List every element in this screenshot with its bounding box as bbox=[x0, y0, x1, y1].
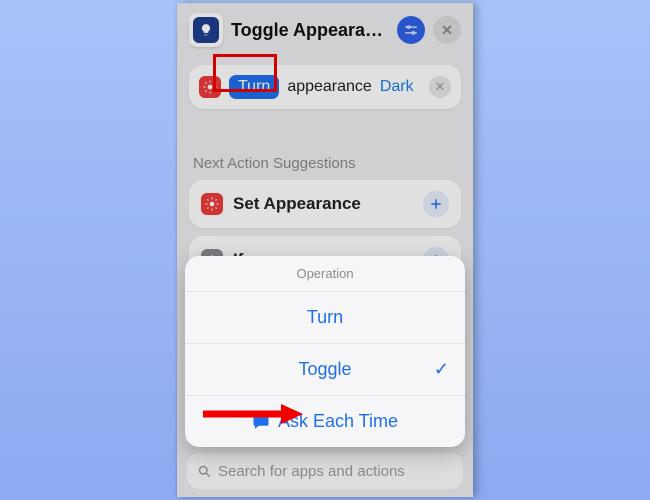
search-input[interactable]: Search for apps and actions bbox=[187, 453, 463, 489]
message-icon bbox=[252, 413, 270, 431]
search-icon bbox=[197, 464, 212, 479]
operation-option-toggle[interactable]: Toggle ✓ bbox=[185, 344, 465, 396]
option-label: Turn bbox=[307, 307, 343, 328]
ask-each-time-button[interactable]: Ask Each Time bbox=[185, 396, 465, 447]
sheet-title: Operation bbox=[185, 256, 465, 292]
operation-picker-sheet: Operation Turn Toggle ✓ Ask Each Time bbox=[185, 256, 465, 447]
ask-label: Ask Each Time bbox=[278, 411, 398, 432]
search-placeholder: Search for apps and actions bbox=[218, 463, 405, 480]
phone-frame: Toggle Appearance... ✕ Turn appearance D… bbox=[177, 3, 473, 497]
operation-option-turn[interactable]: Turn bbox=[185, 292, 465, 344]
option-label: Toggle bbox=[298, 359, 351, 380]
check-icon: ✓ bbox=[434, 359, 449, 380]
